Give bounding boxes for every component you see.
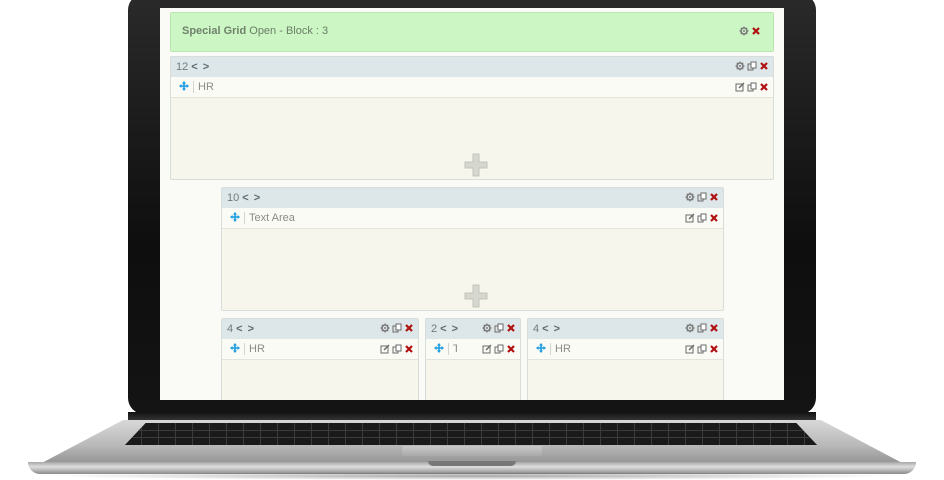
copy-icon[interactable] [697,213,707,223]
block-tools [685,323,719,333]
move-icon[interactable] [434,343,444,353]
close-icon[interactable] [404,344,414,354]
close-icon[interactable] [404,323,414,333]
close-icon[interactable] [709,344,719,354]
close-icon[interactable] [709,213,719,223]
grid-banner: Special Grid Open - Block : 3 [170,12,774,52]
plus-icon[interactable] [464,284,488,308]
copy-icon[interactable] [392,323,402,333]
block-tools [482,323,516,333]
element-row: HR [528,339,723,360]
banner-title-rest: Open - Block : 3 [246,25,329,37]
copy-icon[interactable] [747,82,757,92]
close-icon[interactable] [506,344,516,354]
block-header: 12 < > [171,57,773,77]
block-header: 4 < > [222,319,418,339]
banner-title: Special Grid Open - Block : 3 [182,25,328,37]
row-tools [482,344,516,354]
move-icon[interactable] [230,212,240,222]
block-size: 4 [227,323,234,335]
resize-arrows[interactable]: < > [440,323,459,335]
copy-icon[interactable] [747,61,757,71]
gear-icon[interactable] [739,26,749,36]
trackpad [402,446,542,456]
copy-icon[interactable] [494,344,504,354]
element-label: T [448,343,457,355]
edit-icon[interactable] [735,82,745,92]
gear-icon[interactable] [380,323,390,333]
row-tools [685,213,719,223]
copy-icon[interactable] [392,344,402,354]
move-icon[interactable] [179,81,189,91]
close-icon[interactable] [751,26,761,36]
block-tools [735,61,769,71]
block-size-label: 4 < > [533,323,561,335]
gear-icon[interactable] [685,323,695,333]
banner-tools [739,26,761,36]
grid-block-10: 10 < > Text Area [221,187,724,311]
block-size-label: 2 < > [431,323,459,335]
keyboard [125,423,817,445]
block-header: 2 < > [426,319,520,339]
resize-arrows[interactable]: < > [242,192,261,204]
element-row: HR [171,77,773,98]
copy-icon[interactable] [494,323,504,333]
edit-icon[interactable] [685,344,695,354]
resize-arrows[interactable]: < > [191,61,210,73]
banner-title-bold: Special Grid [182,25,247,37]
grid-block-2: 2< > T [425,318,521,400]
element-label: HR [193,81,214,93]
gear-icon[interactable] [482,323,492,333]
close-icon[interactable] [759,82,769,92]
element-label: HR [244,343,265,355]
element-row: T [426,339,520,360]
gear-icon[interactable] [735,61,745,71]
close-icon[interactable] [709,192,719,202]
resize-arrows[interactable]: < > [236,323,255,335]
gear-icon[interactable] [685,192,695,202]
move-icon[interactable] [536,343,546,353]
copy-icon[interactable] [697,192,707,202]
close-icon[interactable] [709,323,719,333]
screen: Special Grid Open - Block : 3 12< > HR [160,8,784,400]
move-icon[interactable] [230,343,240,353]
block-size-label: 10 < > [227,192,261,204]
resize-arrows[interactable]: < > [542,323,561,335]
row-tools [735,82,769,92]
block-size-label: 12 < > [176,61,210,73]
element-label: Text Area [244,212,295,224]
block-size: 12 [176,61,189,73]
block-header: 10 < > [222,188,723,208]
block-tools [380,323,414,333]
block-size: 4 [533,323,540,335]
grid-block-4-right: 4 < > HR [527,318,724,400]
block-size: 10 [227,192,240,204]
grid-block-12: 12 < > HR [170,56,774,180]
block-size: 2 [431,323,438,335]
block-header: 4 < > [528,319,723,339]
edit-icon[interactable] [685,213,695,223]
element-row: HR [222,339,418,360]
element-row: Text Area [222,208,723,229]
close-icon[interactable] [506,323,516,333]
plus-icon[interactable] [464,153,488,177]
row-tools [685,344,719,354]
copy-icon[interactable] [697,323,707,333]
grid-block-4-left: 4 < > HR [221,318,419,400]
copy-icon[interactable] [697,344,707,354]
laptop-shadow [40,472,904,480]
laptop-notch [428,461,516,466]
element-label: HR [550,343,571,355]
edit-icon[interactable] [482,344,492,354]
block-size-label: 4 < > [227,323,255,335]
edit-icon[interactable] [380,344,390,354]
row-tools [380,344,414,354]
close-icon[interactable] [759,61,769,71]
block-tools [685,192,719,202]
